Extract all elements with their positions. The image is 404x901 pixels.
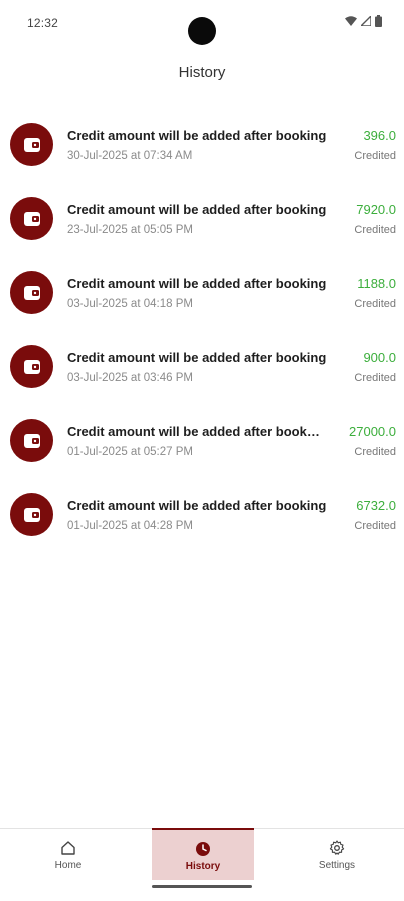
- item-title: Credit amount will be added after bookin…: [67, 424, 323, 439]
- item-amount: 396.0: [363, 128, 396, 143]
- item-amount: 7920.0: [356, 202, 396, 217]
- wifi-icon: [345, 16, 357, 26]
- nav-label-home: Home: [54, 860, 82, 871]
- list-item[interactable]: Credit amount will be added after bookin…: [0, 256, 404, 330]
- item-title: Credit amount will be added after bookin…: [67, 350, 327, 365]
- signal-icon: [361, 16, 371, 26]
- item-title: Credit amount will be added after bookin…: [67, 202, 327, 217]
- item-amount: 900.0: [363, 350, 396, 365]
- item-title: Credit amount will be added after bookin…: [67, 276, 327, 291]
- item-date: 23-Jul-2025 at 05:05 PM: [67, 224, 193, 236]
- clock-icon: [196, 842, 210, 856]
- nav-item-history[interactable]: History: [152, 828, 254, 880]
- item-amount: 27000.0: [349, 424, 396, 439]
- battery-icon: [375, 15, 382, 27]
- status-icons: [345, 15, 382, 27]
- home-indicator[interactable]: [152, 885, 252, 888]
- nav-label-settings: Settings: [318, 860, 356, 871]
- camera-cutout: [188, 17, 216, 45]
- wallet-icon: [10, 345, 53, 388]
- item-title: Credit amount will be added after bookin…: [67, 498, 327, 513]
- wallet-icon: [10, 123, 53, 166]
- nav-item-settings[interactable]: Settings: [287, 829, 387, 881]
- item-date: 30-Jul-2025 at 07:34 AM: [67, 150, 193, 162]
- item-status: Credited: [354, 520, 396, 532]
- list-item[interactable]: Credit amount will be added after bookin…: [0, 182, 404, 256]
- nav-item-home[interactable]: Home: [18, 829, 118, 881]
- home-icon: [61, 841, 75, 855]
- status-bar: 12:32: [0, 0, 404, 45]
- bottom-nav: Home History Settings: [0, 828, 404, 901]
- item-date: 01-Jul-2025 at 05:27 PM: [67, 446, 193, 458]
- item-date: 03-Jul-2025 at 03:46 PM: [67, 372, 193, 384]
- list-item[interactable]: Credit amount will be added after bookin…: [0, 404, 404, 478]
- page-title: History: [178, 64, 226, 81]
- wallet-icon: [10, 419, 53, 462]
- item-status: Credited: [354, 298, 396, 310]
- wallet-icon: [10, 271, 53, 314]
- wallet-icon: [10, 197, 53, 240]
- item-date: 03-Jul-2025 at 04:18 PM: [67, 298, 193, 310]
- item-title: Credit amount will be added after bookin…: [67, 128, 327, 143]
- item-date: 01-Jul-2025 at 04:28 PM: [67, 520, 193, 532]
- item-status: Credited: [354, 224, 396, 236]
- item-status: Credited: [354, 372, 396, 384]
- nav-label-history: History: [185, 861, 221, 872]
- item-amount: 6732.0: [356, 498, 396, 513]
- gear-icon: [329, 840, 345, 855]
- item-status: Credited: [354, 446, 396, 458]
- item-status: Credited: [354, 150, 396, 162]
- list-item[interactable]: Credit amount will be added after bookin…: [0, 108, 404, 182]
- list-item[interactable]: Credit amount will be added after bookin…: [0, 330, 404, 404]
- list-item[interactable]: Credit amount will be added after bookin…: [0, 478, 404, 552]
- wallet-icon: [10, 493, 53, 536]
- item-amount: 1188.0: [357, 276, 396, 291]
- history-list: Credit amount will be added after bookin…: [0, 108, 404, 552]
- status-time: 12:32: [27, 16, 59, 30]
